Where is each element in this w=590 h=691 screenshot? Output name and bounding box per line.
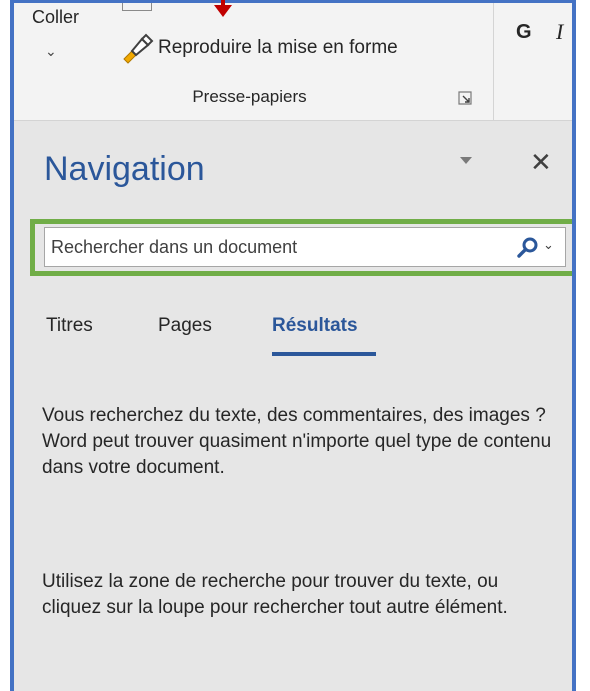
paste-options-chevron-down-icon[interactable]: ⌄ bbox=[45, 43, 57, 60]
italic-button[interactable]: I bbox=[556, 19, 563, 45]
dialog-launcher-icon[interactable] bbox=[458, 91, 472, 105]
pane-options-icon[interactable] bbox=[460, 157, 472, 164]
ribbon-group-divider bbox=[493, 3, 494, 120]
close-icon[interactable]: ✕ bbox=[530, 149, 552, 175]
tab-resultats[interactable]: Résultats bbox=[272, 315, 358, 337]
tab-titres[interactable]: Titres bbox=[46, 315, 93, 337]
tab-pages[interactable]: Pages bbox=[158, 315, 212, 337]
format-painter-label: Reproduire la mise en forme bbox=[158, 37, 398, 58]
arrow-indicator-head bbox=[214, 5, 232, 17]
search-help-text: Utilisez la zone de recherche pour trouv… bbox=[42, 571, 508, 618]
paste-button[interactable]: Coller bbox=[32, 7, 79, 28]
navigation-pane-title: Navigation bbox=[44, 150, 205, 188]
clipboard-group-label: Presse-papiers bbox=[192, 87, 307, 106]
results-help-text: Vous recherchez du texte, des commentair… bbox=[42, 405, 552, 478]
search-box: ⌄ bbox=[44, 227, 566, 267]
paste-icon[interactable] bbox=[122, 3, 152, 11]
ribbon-clipboard-group: Coller ⌄ Reproduire la mise en forme Pre… bbox=[14, 3, 572, 121]
active-tab-indicator bbox=[272, 352, 376, 356]
format-painter-icon bbox=[123, 33, 154, 64]
bold-button[interactable]: G bbox=[516, 21, 532, 44]
search-icon[interactable] bbox=[515, 236, 541, 260]
word-window-crop: Coller ⌄ Reproduire la mise en forme Pre… bbox=[10, 0, 576, 691]
search-options-chevron-down-icon[interactable]: ⌄ bbox=[543, 237, 554, 253]
search-input[interactable] bbox=[51, 228, 481, 266]
format-painter-button[interactable]: Reproduire la mise en forme bbox=[118, 31, 398, 65]
